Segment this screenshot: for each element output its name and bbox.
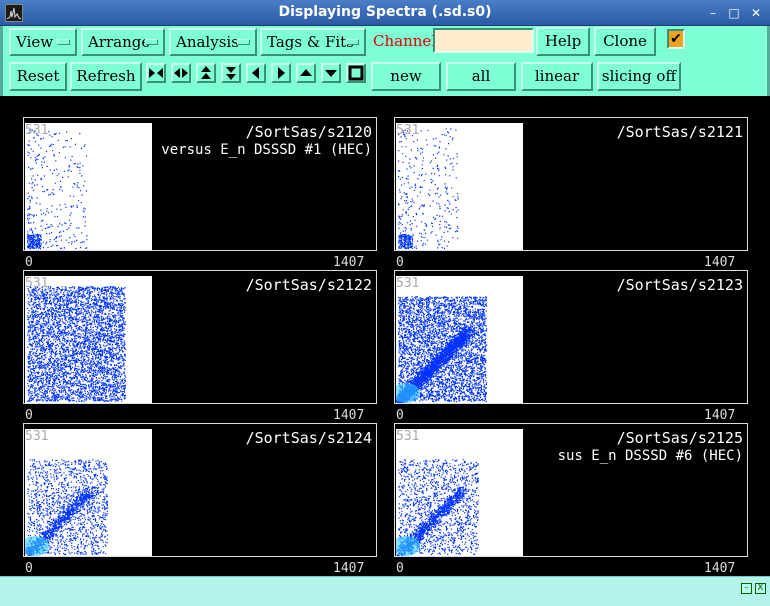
pan-left-icon[interactable] — [246, 63, 266, 83]
spectrum-pane[interactable]: 531/SortSas/s2125 sus E_n DSSSD #6 (HEC) — [394, 423, 748, 557]
status-strip: – X — [0, 576, 770, 606]
pan-down-icon[interactable] — [321, 63, 341, 83]
y-max-label: 531 — [25, 276, 49, 291]
scatter-points — [27, 286, 127, 403]
x-min-label: 0 — [25, 561, 33, 576]
title-bar: Displaying Spectra (.sd.s0) – □ ✕ — [0, 0, 770, 26]
shrink-vertical-icon[interactable] — [221, 63, 241, 83]
close-icon[interactable]: ✕ — [748, 5, 764, 21]
spectrum-plot[interactable] — [25, 276, 152, 403]
x-max-label: 1407 — [333, 255, 365, 270]
all-button[interactable]: all — [446, 62, 516, 91]
x-min-label: 0 — [396, 408, 404, 423]
x-min-label: 0 — [396, 561, 404, 576]
spectrum-pane[interactable]: 531/SortSas/s2124 — [23, 423, 377, 557]
spectrum-plot[interactable] — [396, 276, 523, 403]
spectrum-name: /SortSas/s2124 — [245, 429, 372, 447]
spectrum-pane[interactable]: 531/SortSas/s2122 — [23, 270, 377, 404]
analysis-menu[interactable]: Analysis — [169, 28, 257, 56]
x-max-label: 1407 — [704, 408, 736, 423]
new-button[interactable]: new — [371, 62, 441, 91]
scatter-points — [27, 129, 88, 250]
reset-button[interactable]: Reset — [9, 62, 67, 91]
spectrum-caption: sus E_n DSSSD #6 (HEC) — [557, 448, 743, 464]
spectrum-name: /SortSas/s2120 — [245, 123, 372, 141]
linear-button[interactable]: linear — [521, 62, 593, 91]
clone-button[interactable]: Clone — [594, 27, 656, 56]
spectrum-name: /SortSas/s2122 — [245, 276, 372, 294]
channel-label: Channel: — [373, 32, 442, 50]
x-max-label: 1407 — [704, 561, 736, 576]
spectra-display-area[interactable]: 531/SortSas/s2120 E_n versus E_n DSSSD #1… — [4, 96, 765, 576]
scatter-points — [398, 128, 459, 250]
window-title: Displaying Spectra (.sd.s0) — [278, 4, 492, 20]
menu-indicator-icon — [57, 39, 70, 45]
x-max-label: 1407 — [333, 561, 365, 576]
toolbar: View Arrange Analysis Tags & Fits Channe… — [0, 26, 770, 96]
spectrum-name: /SortSas/s2123 — [616, 276, 743, 294]
expand-vertical-icon[interactable] — [196, 63, 216, 83]
y-max-label: 531 — [396, 276, 420, 291]
x-min-label: 0 — [396, 255, 404, 270]
view-menu-label: View — [16, 33, 54, 51]
spectrum-plot[interactable] — [396, 429, 523, 556]
maximize-icon[interactable]: □ — [726, 5, 742, 21]
arrange-menu-label: Arrange — [88, 33, 151, 51]
y-max-label: 531 — [396, 123, 420, 138]
spectrum-plot[interactable] — [25, 429, 152, 556]
minimize-icon[interactable]: – — [705, 5, 721, 21]
y-max-label: 531 — [25, 429, 49, 444]
spectrum-name: /SortSas/s2125 — [616, 429, 743, 447]
tags-fits-menu[interactable]: Tags & Fits — [260, 28, 366, 56]
sync-checkbox[interactable]: ✔ — [667, 29, 685, 49]
refresh-button[interactable]: Refresh — [70, 62, 142, 91]
spectrum-name: /SortSas/s2121 — [616, 123, 743, 141]
x-max-label: 1407 — [704, 255, 736, 270]
spectrum-pane[interactable]: 531/SortSas/s2121 — [394, 117, 748, 251]
expand-horizontal-icon[interactable] — [146, 63, 166, 83]
spectrum-plot[interactable] — [396, 123, 523, 250]
analysis-menu-label: Analysis — [176, 33, 239, 51]
minimize-pane-icon[interactable]: – — [741, 583, 752, 594]
full-view-icon[interactable] — [346, 63, 366, 83]
menu-indicator-icon — [237, 39, 250, 45]
close-pane-icon[interactable]: X — [755, 583, 766, 594]
spectrum-caption: E_n versus E_n DSSSD #1 (HEC) — [127, 142, 372, 158]
slicing-button[interactable]: slicing off — [597, 62, 681, 91]
x-max-label: 1407 — [333, 408, 365, 423]
menu-indicator-icon — [346, 39, 359, 45]
shrink-horizontal-icon[interactable] — [171, 63, 191, 83]
x-min-label: 0 — [25, 255, 33, 270]
arrange-menu[interactable]: Arrange — [81, 28, 165, 56]
y-max-label: 531 — [25, 123, 49, 138]
help-button[interactable]: Help — [536, 27, 590, 56]
y-max-label: 531 — [396, 429, 420, 444]
view-menu[interactable]: View — [9, 28, 77, 56]
tags-fits-menu-label: Tags & Fits — [267, 33, 354, 51]
spectrum-pane[interactable]: 531/SortSas/s2123 — [394, 270, 748, 404]
pan-right-icon[interactable] — [271, 63, 291, 83]
x-min-label: 0 — [25, 408, 33, 423]
channel-input[interactable] — [433, 28, 534, 53]
pan-up-icon[interactable] — [296, 63, 316, 83]
spectrum-pane[interactable]: 531/SortSas/s2120 E_n versus E_n DSSSD #1… — [23, 117, 377, 251]
menu-indicator-icon — [145, 39, 158, 45]
